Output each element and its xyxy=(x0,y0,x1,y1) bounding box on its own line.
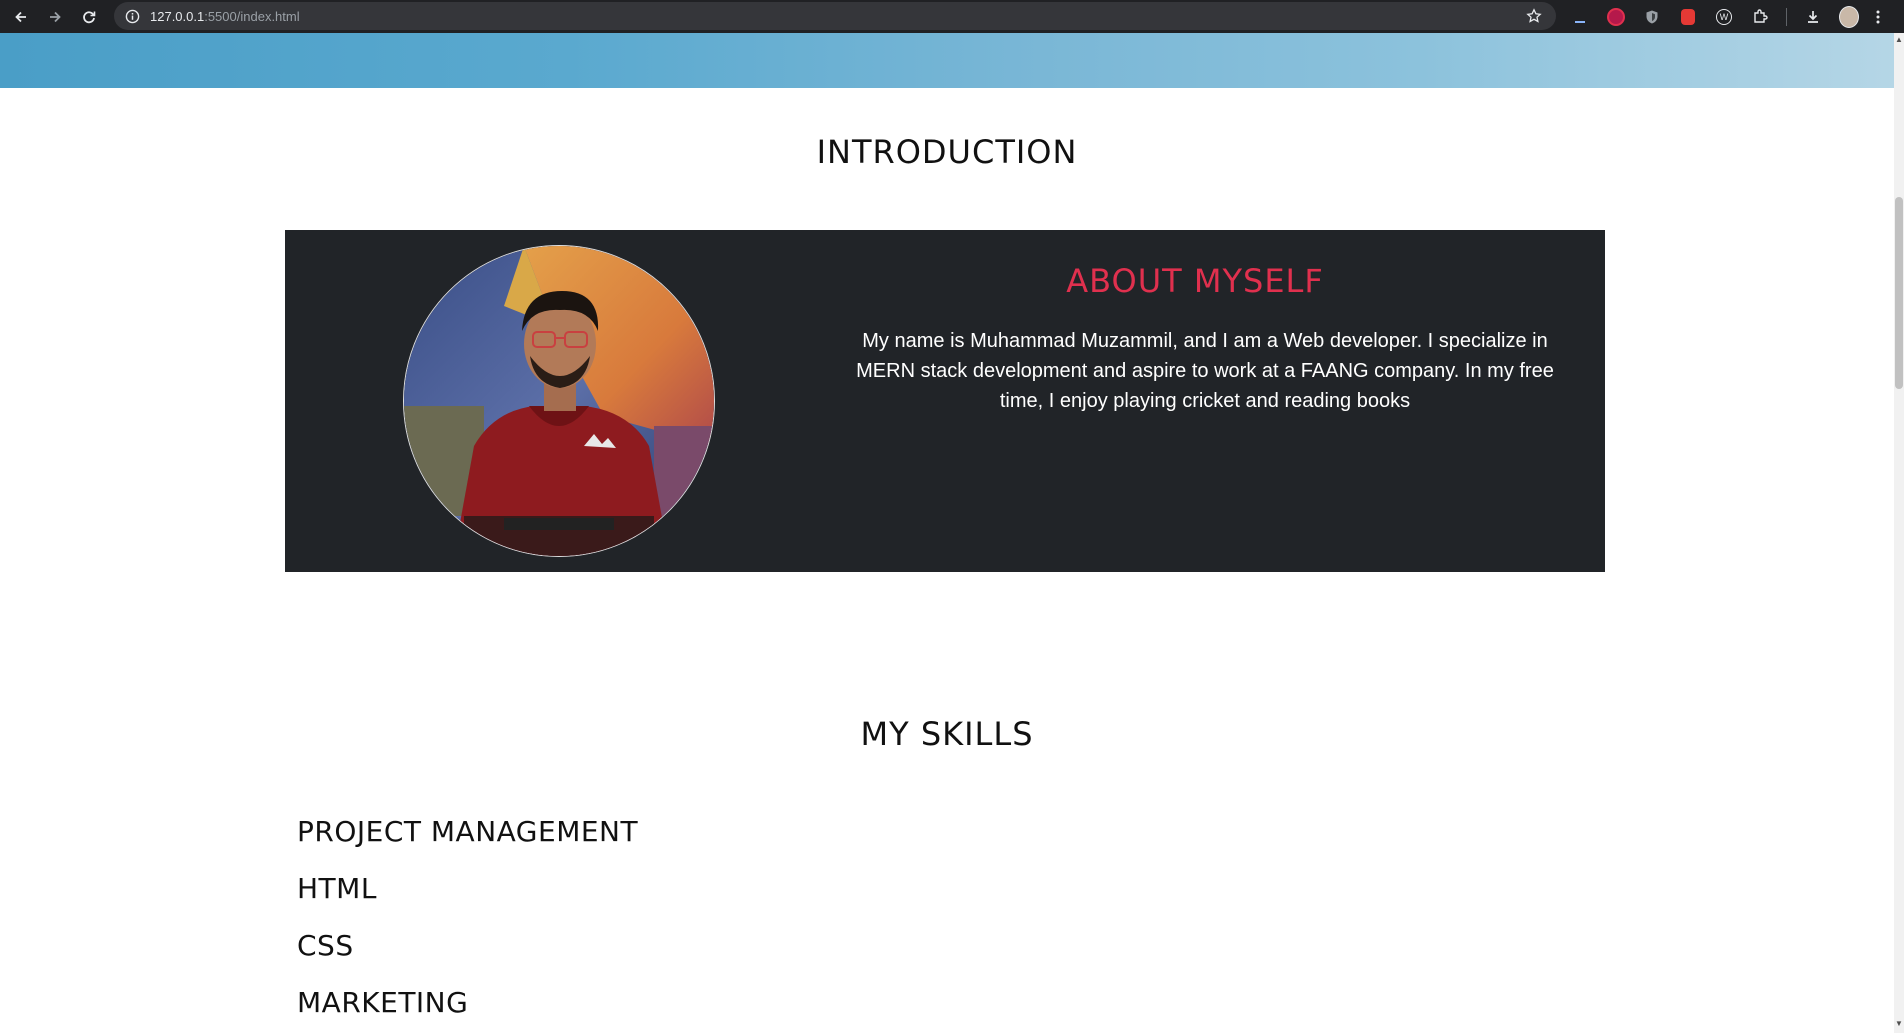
introduction-title: INTRODUCTION xyxy=(816,133,1078,171)
skill-item: MARKETING xyxy=(297,986,469,1019)
toolbar-divider xyxy=(1786,7,1787,26)
extension-shield-icon[interactable] xyxy=(1642,7,1662,27)
skill-item: HTML xyxy=(297,872,377,905)
browser-toolbar: 127.0.0.1:5500/index.html W xyxy=(0,0,1904,33)
menu-kebab-icon[interactable] xyxy=(1875,7,1881,27)
extension-record-icon[interactable] xyxy=(1606,7,1626,27)
skill-item: CSS xyxy=(297,929,354,962)
skills-list: PROJECT MANAGEMENT HTML CSS MARKETING xyxy=(297,803,638,1031)
page-viewport: INTRODUCTION ABOUT MYSELF My name is Muh… xyxy=(0,33,1894,1033)
skill-item: PROJECT MANAGEMENT xyxy=(297,815,639,848)
extension-w-icon[interactable]: W xyxy=(1714,7,1734,27)
about-heading: ABOUT MYSELF xyxy=(1066,262,1324,300)
address-bar[interactable]: 127.0.0.1:5500/index.html xyxy=(114,2,1556,30)
scroll-up-arrow-icon[interactable]: ▲ xyxy=(1894,35,1904,45)
profile-avatar-icon[interactable] xyxy=(1839,5,1859,28)
extensions-puzzle-icon[interactable] xyxy=(1750,7,1770,27)
back-arrow-icon xyxy=(15,11,26,22)
about-description: My name is Muhammad Muzammil, and I am a… xyxy=(856,330,1554,412)
url-host: 127.0.0.1 xyxy=(150,8,205,24)
profile-photo xyxy=(403,245,715,557)
back-button[interactable] xyxy=(8,4,34,30)
bookmark-star-icon[interactable] xyxy=(1526,8,1542,24)
scroll-down-arrow-icon[interactable]: ▼ xyxy=(1894,1019,1904,1029)
forward-button[interactable] xyxy=(42,4,68,30)
extensions-bar: W xyxy=(1570,0,1897,33)
site-info-icon[interactable] xyxy=(123,7,141,25)
skills-title: MY SKILLS xyxy=(860,715,1034,753)
scrollbar-thumb[interactable] xyxy=(1895,197,1903,389)
url-text: 127.0.0.1:5500/index.html xyxy=(150,9,300,24)
extension-loader-icon[interactable] xyxy=(1570,7,1590,27)
url-path: :5500/index.html xyxy=(204,8,300,24)
page-scrollbar[interactable]: ▲ ▼ xyxy=(1894,33,1904,1033)
extension-hand-icon[interactable] xyxy=(1678,7,1698,27)
download-icon[interactable] xyxy=(1803,7,1823,27)
about-card: ABOUT MYSELF My name is Muhammad Muzammi… xyxy=(285,230,1605,572)
reload-button[interactable] xyxy=(76,4,102,30)
hero-image-strip xyxy=(0,33,1894,88)
reload-icon xyxy=(83,10,96,23)
forward-arrow-icon xyxy=(50,11,61,22)
profile-portrait-image xyxy=(404,246,714,556)
